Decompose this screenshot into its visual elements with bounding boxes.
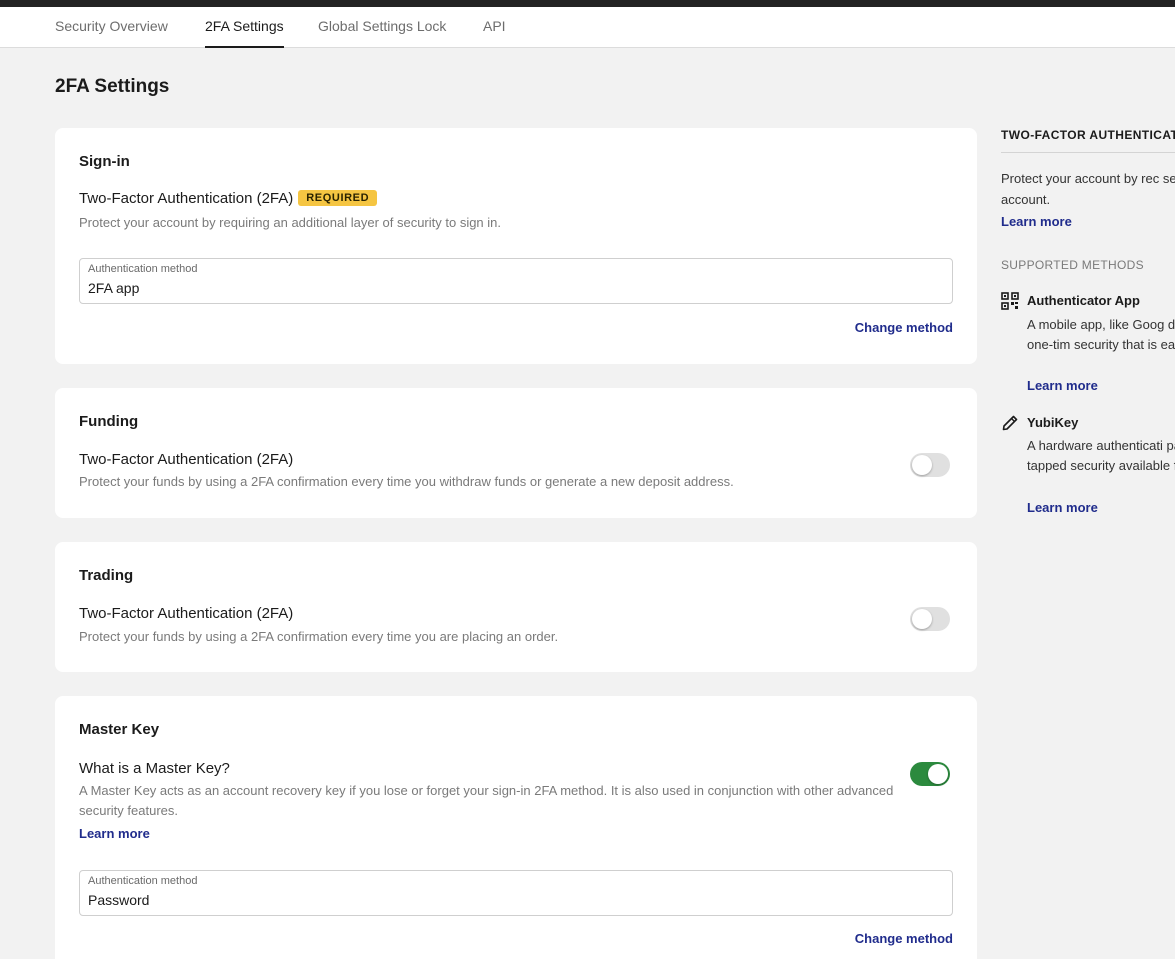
trading-2fa-desc: Protect your funds by using a 2FA confir… — [79, 629, 559, 644]
method-authenticator-app-learn-more[interactable]: Learn more — [1027, 378, 1098, 393]
sidebar-divider — [1001, 152, 1175, 153]
funding-card-title: Funding — [79, 413, 139, 430]
tab-global-settings-lock[interactable]: Global Settings Lock — [318, 18, 446, 48]
pen-icon — [1002, 415, 1018, 431]
toggle-knob — [912, 455, 932, 475]
toggle-knob — [912, 609, 932, 629]
tab-bar: Security Overview 2FA Settings Global Se… — [0, 7, 1175, 48]
trading-card-title: Trading — [79, 567, 134, 584]
funding-2fa-toggle[interactable] — [910, 453, 950, 477]
supported-methods-heading: SUPPORTED METHODS — [1001, 258, 1144, 272]
method-yubikey-desc: A hardware authenticati passcode when ta… — [1027, 438, 1175, 473]
master-key-card: Master Key What is a Master Key? A Maste… — [55, 696, 977, 959]
trading-card: Trading Two-Factor Authentication (2FA) … — [55, 542, 977, 672]
method-authenticator-app-desc: A mobile app, like Goog dynamic six digi… — [1027, 317, 1175, 352]
signin-auth-method-label: Authentication method — [88, 263, 198, 275]
signin-2fa-title-text: Two-Factor Authentication (2FA) — [79, 190, 294, 207]
required-badge: REQUIRED — [298, 190, 378, 206]
funding-2fa-desc: Protect your funds by using a 2FA confir… — [79, 474, 734, 489]
signin-2fa-title: Two-Factor Authentication (2FA) REQUIRED — [79, 190, 378, 207]
master-key-change-method-link[interactable]: Change method — [855, 931, 953, 946]
sidebar-title: TWO-FACTOR AUTHENTICAT — [1001, 128, 1175, 142]
method-authenticator-app-name: Authenticator App — [1027, 293, 1140, 308]
sidebar-desc: Protect your account by rec security on … — [1001, 171, 1175, 207]
master-key-auth-method-value: Password — [88, 892, 150, 908]
trading-2fa-title: Two-Factor Authentication (2FA) — [79, 605, 294, 622]
master-key-toggle[interactable] — [910, 762, 950, 786]
top-bar — [0, 0, 1175, 7]
toggle-knob — [928, 764, 948, 784]
tab-2fa-settings[interactable]: 2FA Settings — [205, 18, 284, 48]
funding-2fa-title: Two-Factor Authentication (2FA) — [79, 451, 294, 468]
tab-security-overview[interactable]: Security Overview — [55, 18, 168, 48]
master-key-learn-more-link[interactable]: Learn more — [79, 826, 150, 841]
method-yubikey-learn-more[interactable]: Learn more — [1027, 500, 1098, 515]
info-sidebar: TWO-FACTOR AUTHENTICAT Protect your acco… — [1001, 128, 1175, 528]
signin-card-title: Sign-in — [79, 153, 130, 170]
signin-auth-method-field[interactable]: Authentication method 2FA app — [79, 258, 953, 304]
method-yubikey-name: YubiKey — [1027, 415, 1079, 430]
sidebar-learn-more-link[interactable]: Learn more — [1001, 214, 1072, 229]
signin-card: Sign-in Two-Factor Authentication (2FA) R… — [55, 128, 977, 364]
qr-code-icon — [1001, 292, 1019, 310]
master-key-what-title: What is a Master Key? — [79, 760, 230, 777]
tab-api[interactable]: API — [483, 18, 506, 48]
signin-change-method-link[interactable]: Change method — [855, 320, 953, 335]
signin-auth-method-value: 2FA app — [88, 280, 140, 296]
funding-card: Funding Two-Factor Authentication (2FA) … — [55, 388, 977, 518]
trading-2fa-toggle[interactable] — [910, 607, 950, 631]
signin-2fa-desc: Protect your account by requiring an add… — [79, 215, 502, 230]
master-key-desc: A Master Key acts as an account recovery… — [79, 783, 894, 818]
master-key-auth-method-field[interactable]: Authentication method Password — [79, 870, 953, 916]
page-title: 2FA Settings — [55, 76, 170, 97]
master-key-card-title: Master Key — [79, 721, 160, 738]
master-key-auth-method-label: Authentication method — [88, 875, 198, 887]
